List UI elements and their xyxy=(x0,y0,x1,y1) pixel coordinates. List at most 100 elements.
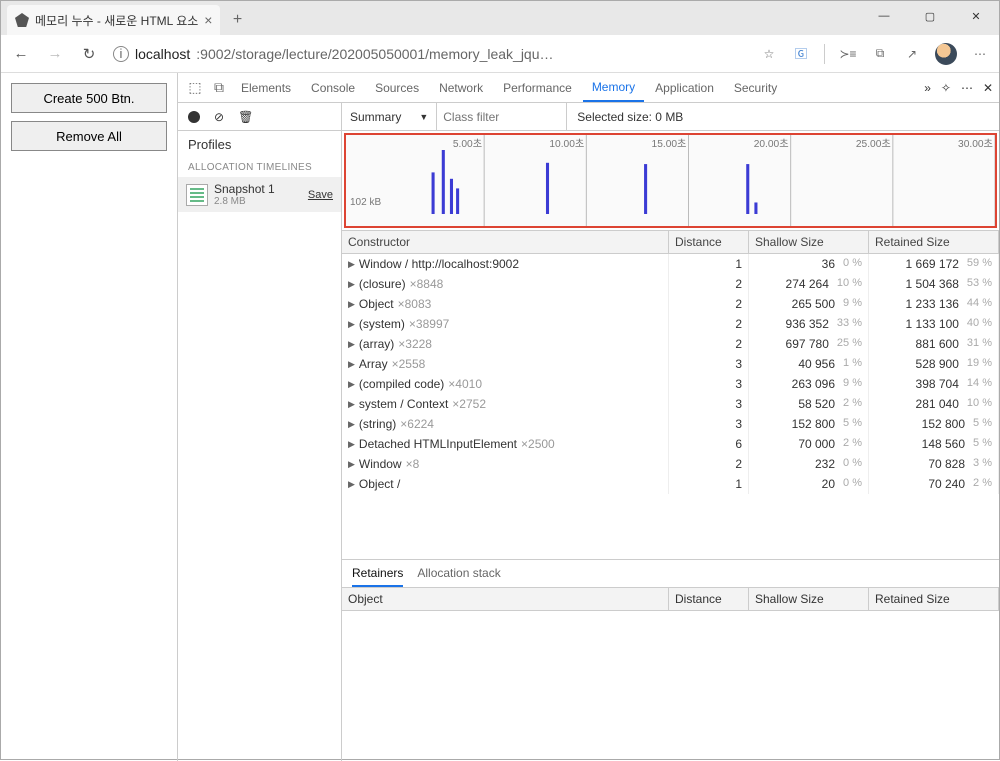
devtools-panel: ⬚ ⧉ Elements Console Sources Network Per… xyxy=(177,73,999,761)
table-row[interactable]: ▶system / Context×2752358 5202 %281 0401… xyxy=(342,394,999,414)
svg-text:30.00초: 30.00초 xyxy=(958,138,993,150)
window-maximize-button[interactable]: ▢ xyxy=(907,1,953,31)
ret-col-object: Object xyxy=(342,588,669,610)
table-row[interactable]: ▶(system)×389972936 35233 %1 133 10040 % xyxy=(342,314,999,334)
timeline-y-label: 102 kB xyxy=(350,197,381,208)
tab-elements[interactable]: Elements xyxy=(232,73,300,102)
profile-avatar[interactable] xyxy=(935,43,957,65)
profiles-heading: Profiles xyxy=(178,131,341,158)
window-close-button[interactable]: ✕ xyxy=(953,1,999,31)
remove-all-button[interactable]: Remove All xyxy=(11,121,167,151)
memory-sidebar: ⊘ 🗑 Profiles ALLOCATION TIMELINES Snapsh… xyxy=(178,103,342,761)
devtools-tabs: ⬚ ⧉ Elements Console Sources Network Per… xyxy=(178,73,999,103)
close-tab-icon[interactable]: × xyxy=(204,12,212,28)
record-button[interactable] xyxy=(188,111,200,123)
tab-sources[interactable]: Sources xyxy=(366,73,428,102)
clear-icon[interactable]: ⊘ xyxy=(214,110,224,124)
favorite-icon[interactable]: ☆ xyxy=(760,45,778,63)
window-minimize-button[interactable]: — xyxy=(861,1,907,31)
class-filter-input[interactable] xyxy=(437,103,567,130)
svg-text:15.00초: 15.00초 xyxy=(652,138,687,150)
table-row[interactable]: ▶Object /1200 %70 2402 % xyxy=(342,474,999,494)
reload-button[interactable]: ↻ xyxy=(79,44,99,64)
separator xyxy=(824,44,825,64)
back-button[interactable]: ← xyxy=(11,44,31,64)
page-content: Create 500 Btn. Remove All ⬚ ⧉ Elements … xyxy=(1,73,999,761)
ret-col-shallow: Shallow Size xyxy=(749,588,869,610)
translate-icon[interactable]: 🄶 xyxy=(792,45,810,63)
selected-size-label: Selected size: 0 MB xyxy=(567,110,693,124)
col-distance[interactable]: Distance xyxy=(669,231,749,253)
summary-dropdown[interactable]: Summary ▼ xyxy=(342,103,437,130)
settings-icon[interactable]: ⋯ xyxy=(961,81,973,95)
inspect-icon[interactable]: ⬚ xyxy=(184,79,206,96)
tab-favicon xyxy=(15,13,29,27)
tab-network[interactable]: Network xyxy=(430,73,492,102)
forward-button: → xyxy=(45,44,65,64)
col-constructor[interactable]: Constructor xyxy=(342,231,669,253)
chevron-down-icon: ▼ xyxy=(419,112,428,122)
memory-toolbar: ⊘ 🗑 xyxy=(178,103,341,131)
table-row[interactable]: ▶(closure)×88482274 26410 %1 504 36853 % xyxy=(342,274,999,294)
tab-console[interactable]: Console xyxy=(302,73,364,102)
address-bar: ← → ↻ i localhost :9002/storage/lecture/2… xyxy=(1,35,999,73)
table-row[interactable]: ▶Window / http://localhost:90021360 %1 6… xyxy=(342,254,999,274)
tab-memory[interactable]: Memory xyxy=(583,73,644,102)
table-row[interactable]: ▶(array)×32282697 78025 %881 60031 % xyxy=(342,334,999,354)
menu-icon[interactable]: ⋯ xyxy=(971,45,989,63)
snapshot-item[interactable]: Snapshot 1 2.8 MB Save xyxy=(178,177,341,212)
retainers-header: Object Distance Shallow Size Retained Si… xyxy=(342,588,999,611)
table-row[interactable]: ▶(string)×62243152 8005 %152 8005 % xyxy=(342,414,999,434)
timeline-svg: 5.00초10.00초15.00초20.00초25.00초30.00초 xyxy=(382,135,995,226)
url-display[interactable]: i localhost :9002/storage/lecture/2020050… xyxy=(113,46,746,62)
favorites-bar-icon[interactable]: ≻≡ xyxy=(839,45,857,63)
table-row[interactable]: ▶Detached HTMLInputElement×2500670 0002 … xyxy=(342,434,999,454)
collections-icon[interactable]: ⧉ xyxy=(871,45,889,63)
table-header: Constructor Distance Shallow Size Retain… xyxy=(342,230,999,254)
url-path: :9002/storage/lecture/202005050001/memor… xyxy=(196,46,553,62)
svg-text:20.00초: 20.00초 xyxy=(754,138,789,150)
retainers-panel: Retainers Allocation stack Object Distan… xyxy=(342,559,999,761)
tab-security[interactable]: Security xyxy=(725,73,786,102)
svg-text:5.00초: 5.00초 xyxy=(453,138,482,150)
create-button[interactable]: Create 500 Btn. xyxy=(11,83,167,113)
feedback-icon[interactable]: ✧ xyxy=(941,81,951,95)
window-controls: — ▢ ✕ xyxy=(861,1,999,31)
more-tabs-icon[interactable]: » xyxy=(924,81,931,95)
svg-text:25.00초: 25.00초 xyxy=(856,138,891,150)
device-toggle-icon[interactable]: ⧉ xyxy=(208,79,230,96)
allocation-timeline-chart[interactable]: 102 kB 5.00초10.00초15.00초20.00초25.00초30.0… xyxy=(344,133,997,228)
memory-summary-bar: Summary ▼ Selected size: 0 MB xyxy=(342,103,999,131)
tab-performance[interactable]: Performance xyxy=(494,73,581,102)
tab-allocation-stack[interactable]: Allocation stack xyxy=(417,566,500,587)
snapshot-save-link[interactable]: Save xyxy=(308,189,333,201)
snapshot-title: Snapshot 1 xyxy=(214,182,302,196)
tab-retainers[interactable]: Retainers xyxy=(352,566,403,587)
memory-panel: ⊘ 🗑 Profiles ALLOCATION TIMELINES Snapsh… xyxy=(178,103,999,761)
allocation-heading: ALLOCATION TIMELINES xyxy=(178,158,341,177)
col-shallow[interactable]: Shallow Size xyxy=(749,231,869,253)
memory-main: Summary ▼ Selected size: 0 MB 102 kB 5.0… xyxy=(342,103,999,761)
retainers-tabs: Retainers Allocation stack xyxy=(342,560,999,588)
snapshot-icon xyxy=(186,184,208,206)
browser-tab[interactable]: 메모리 누수 - 새로운 HTML 요소 × xyxy=(7,5,220,35)
table-row[interactable]: ▶Object×80832265 5009 %1 233 13644 % xyxy=(342,294,999,314)
summary-label: Summary xyxy=(350,110,401,124)
share-icon[interactable]: ↗ xyxy=(903,45,921,63)
window-titlebar: 메모리 누수 - 새로운 HTML 요소 × + — ▢ ✕ xyxy=(1,1,999,35)
new-tab-button[interactable]: + xyxy=(224,7,250,33)
delete-icon[interactable]: 🗑 xyxy=(238,110,253,124)
ret-col-distance: Distance xyxy=(669,588,749,610)
tab-application[interactable]: Application xyxy=(646,73,723,102)
snapshot-size: 2.8 MB xyxy=(214,196,302,207)
table-row[interactable]: ▶(compiled code)×40103263 0969 %398 7041… xyxy=(342,374,999,394)
tab-title: 메모리 누수 - 새로운 HTML 요소 xyxy=(35,12,198,29)
url-host: localhost xyxy=(135,46,190,62)
site-info-icon[interactable]: i xyxy=(113,46,129,62)
retainers-body xyxy=(342,611,999,761)
table-row[interactable]: ▶Window×822320 %70 8283 % xyxy=(342,454,999,474)
close-devtools-icon[interactable]: ✕ xyxy=(983,81,993,95)
constructor-table: Constructor Distance Shallow Size Retain… xyxy=(342,230,999,559)
col-retained[interactable]: Retained Size xyxy=(869,231,999,253)
table-row[interactable]: ▶Array×2558340 9561 %528 90019 % xyxy=(342,354,999,374)
